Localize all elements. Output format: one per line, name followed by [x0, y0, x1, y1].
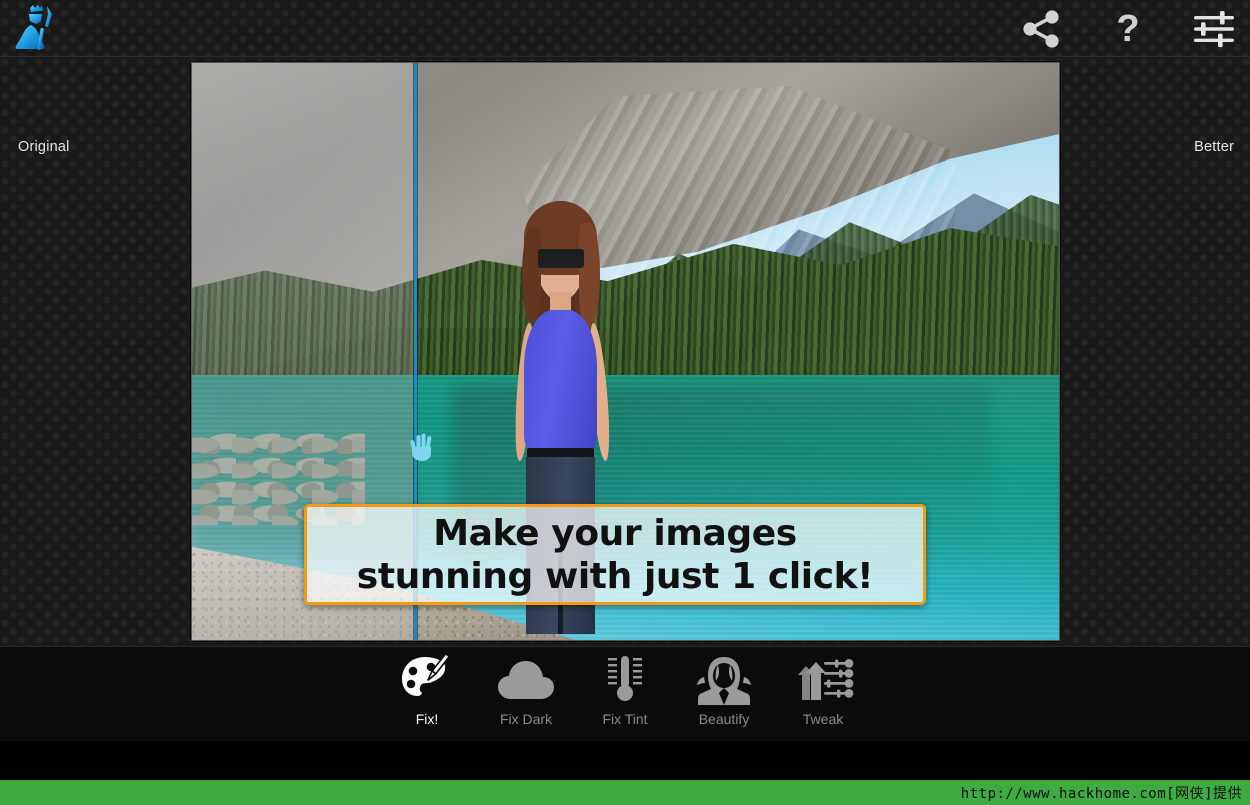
label-better: Better: [1194, 139, 1234, 155]
share-button[interactable]: [1014, 6, 1070, 52]
tool-fix[interactable]: Fix!: [378, 647, 477, 739]
photo-canvas: Make your images stunning with just 1 cl…: [192, 63, 1059, 640]
tool-label: Beautify: [698, 711, 750, 727]
hair-right: [579, 223, 601, 327]
promo-line-2: stunning with just 1 click!: [356, 555, 874, 597]
app-logo-icon[interactable]: [10, 3, 66, 53]
tool-bar: Fix! Fix Dark Fix Tint Beautify Tweak: [0, 646, 1250, 741]
sunglasses: [537, 249, 585, 269]
top-bar: ?: [0, 0, 1250, 57]
tool-tweak[interactable]: Tweak: [774, 647, 873, 739]
tool-label: Fix Tint: [602, 711, 648, 727]
tool-fix-tint[interactable]: Fix Tint: [576, 647, 675, 739]
share-icon: [1023, 9, 1059, 48]
thermometer-icon: [602, 653, 648, 707]
cloud-icon: [497, 653, 555, 707]
tool-label: Fix Dark: [499, 711, 553, 727]
help-question-icon: ?: [1116, 7, 1140, 50]
palette-brush-icon: [400, 653, 454, 707]
footer-watermark: http://www.hackhome.com[网侠]提供: [960, 786, 1242, 802]
tool-beautify[interactable]: Beautify: [675, 647, 774, 739]
hair-left: [521, 227, 541, 323]
photo-preview[interactable]: Make your images stunning with just 1 cl…: [191, 62, 1060, 641]
photo-editor-app: ? Original Better Make your images stunn…: [0, 0, 1250, 805]
promo-banner[interactable]: Make your images stunning with just 1 cl…: [304, 504, 926, 605]
tool-label: Fix!: [415, 711, 439, 727]
bottom-black-bar: [0, 741, 1250, 780]
blue-shirt: [524, 309, 597, 453]
tool-fix-dark[interactable]: Fix Dark: [477, 647, 576, 739]
arrows-sliders-icon: [792, 653, 854, 707]
female-portrait-icon: [696, 653, 752, 707]
help-button[interactable]: ?: [1100, 6, 1156, 52]
top-bar-actions: ?: [1014, 0, 1242, 57]
promo-line-1: Make your images: [433, 512, 797, 554]
settings-button[interactable]: [1186, 6, 1242, 52]
tool-label: Tweak: [802, 711, 844, 727]
label-original: Original: [18, 139, 70, 155]
settings-sliders-icon: [1194, 10, 1234, 47]
